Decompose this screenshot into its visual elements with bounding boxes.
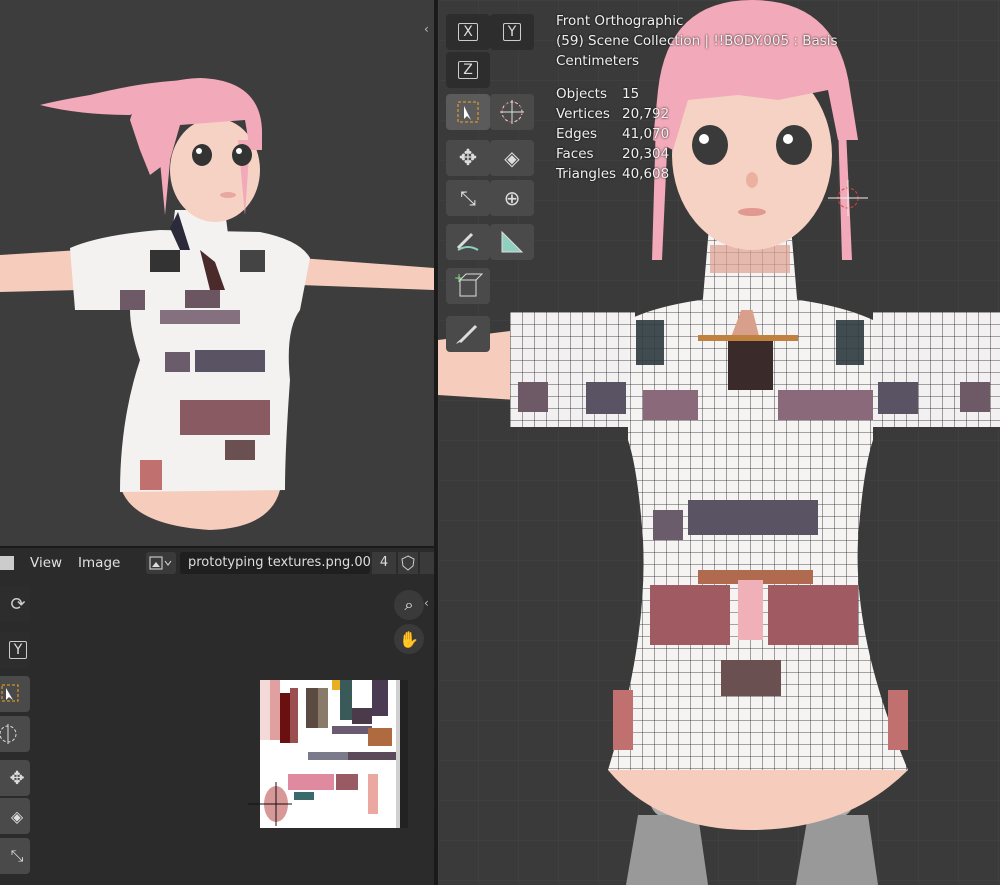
annotate-icon	[456, 232, 479, 251]
stat-faces-value: 20,304	[622, 146, 670, 162]
collection-info: (59) Scene Collection | !!BODY.005 : Bas…	[556, 33, 838, 49]
measure-tool-button[interactable]	[490, 224, 534, 260]
stat-vertices-value: 20,792	[622, 106, 670, 122]
stat-objects-label: Objects	[556, 86, 608, 102]
texture-canvas[interactable]	[248, 678, 410, 830]
stat-faces-label: Faces	[556, 146, 594, 162]
axis-x-label: X	[458, 23, 478, 41]
3d-cursor-icon	[0, 724, 17, 744]
image-user-count[interactable]: 4	[372, 552, 396, 574]
cursor-tool-button[interactable]	[0, 716, 30, 752]
view-name: Front Orthographic	[556, 13, 684, 29]
zoom-button[interactable]: ⌕	[394, 590, 424, 620]
cursor-select-icon	[1, 684, 19, 702]
brush-icon	[456, 324, 478, 344]
3d-cursor-icon	[500, 100, 524, 124]
transform-tool-button[interactable]: ⊕	[490, 180, 534, 216]
add-cube-tool-button[interactable]: +	[446, 268, 490, 304]
add-cube-icon: +	[454, 271, 484, 297]
shield-icon[interactable]	[398, 552, 418, 574]
cursor-tool-button[interactable]	[490, 94, 534, 130]
move-icon: ✥	[9, 767, 25, 789]
rotate-tool-button[interactable]: ◈	[0, 798, 30, 834]
menu-view[interactable]: View	[22, 555, 70, 571]
axis-z-button[interactable]: Z	[446, 52, 490, 88]
right-3d-viewport[interactable]: Front Orthographic (59) Scene Collection…	[438, 0, 1000, 885]
rotate-icon: ◈	[504, 146, 520, 170]
stat-triangles-value: 40,608	[622, 166, 670, 182]
cursor-select-icon	[457, 101, 479, 123]
image-editor[interactable]: View Image prototyping textures.png.002 …	[0, 548, 434, 885]
scale-icon: ⤡	[10, 846, 24, 865]
brush-tool-button[interactable]	[446, 316, 490, 352]
axis-y-label: Y	[8, 641, 28, 659]
character-preview	[0, 78, 434, 530]
editor-type-icon[interactable]	[0, 556, 14, 570]
units-label: Centimeters	[556, 53, 639, 69]
rotate-tool-button[interactable]: ◈	[490, 140, 534, 176]
select-tool-button[interactable]	[0, 676, 30, 712]
move-tool-button[interactable]: ✥	[0, 760, 30, 796]
axis-z-label: Z	[458, 61, 478, 79]
transform-icon: ⊕	[503, 186, 521, 210]
stat-objects-value: 15	[622, 86, 640, 102]
image-browse-button[interactable]	[146, 552, 176, 574]
stat-vertices-label: Vertices	[556, 106, 610, 122]
svg-text:+: +	[454, 271, 464, 285]
menu-image[interactable]: Image	[70, 555, 128, 571]
axis-y-button[interactable]: Y	[490, 14, 534, 50]
pan-button[interactable]: ✋	[394, 624, 424, 654]
refresh-button[interactable]: ⟳	[0, 586, 30, 622]
zoom-icon: ⌕	[404, 595, 414, 614]
image-name-field[interactable]: prototyping textures.png.002	[180, 552, 370, 574]
move-tool-button[interactable]: ✥	[446, 140, 490, 176]
annotate-tool-button[interactable]	[446, 224, 490, 260]
scale-tool-button[interactable]: ⤡	[0, 838, 30, 874]
rotate-icon: ◈	[10, 806, 24, 826]
refresh-icon: ⟳	[10, 593, 26, 615]
move-icon: ✥	[458, 145, 478, 171]
stat-triangles-label: Triangles	[556, 166, 617, 182]
stat-edges-value: 41,070	[622, 126, 670, 142]
measure-icon	[501, 230, 524, 253]
scale-icon: ⤡	[460, 186, 476, 210]
scale-tool-button[interactable]: ⤡	[446, 180, 490, 216]
stat-edges-label: Edges	[556, 126, 598, 142]
select-tool-button[interactable]	[446, 94, 490, 130]
character-front-view	[438, 0, 1000, 885]
left-3d-viewport[interactable]: ‹	[0, 0, 434, 546]
axis-y-button[interactable]: Y	[0, 632, 30, 668]
axis-y-label: Y	[502, 23, 522, 41]
hand-pan-icon: ✋	[399, 629, 419, 649]
image-icon	[149, 556, 172, 570]
sidebar-toggle-icon[interactable]: ‹	[424, 596, 429, 610]
axis-x-button[interactable]: X	[446, 14, 490, 50]
collapse-arrow-icon[interactable]: ‹	[424, 22, 429, 36]
copy-icon[interactable]	[420, 552, 434, 574]
